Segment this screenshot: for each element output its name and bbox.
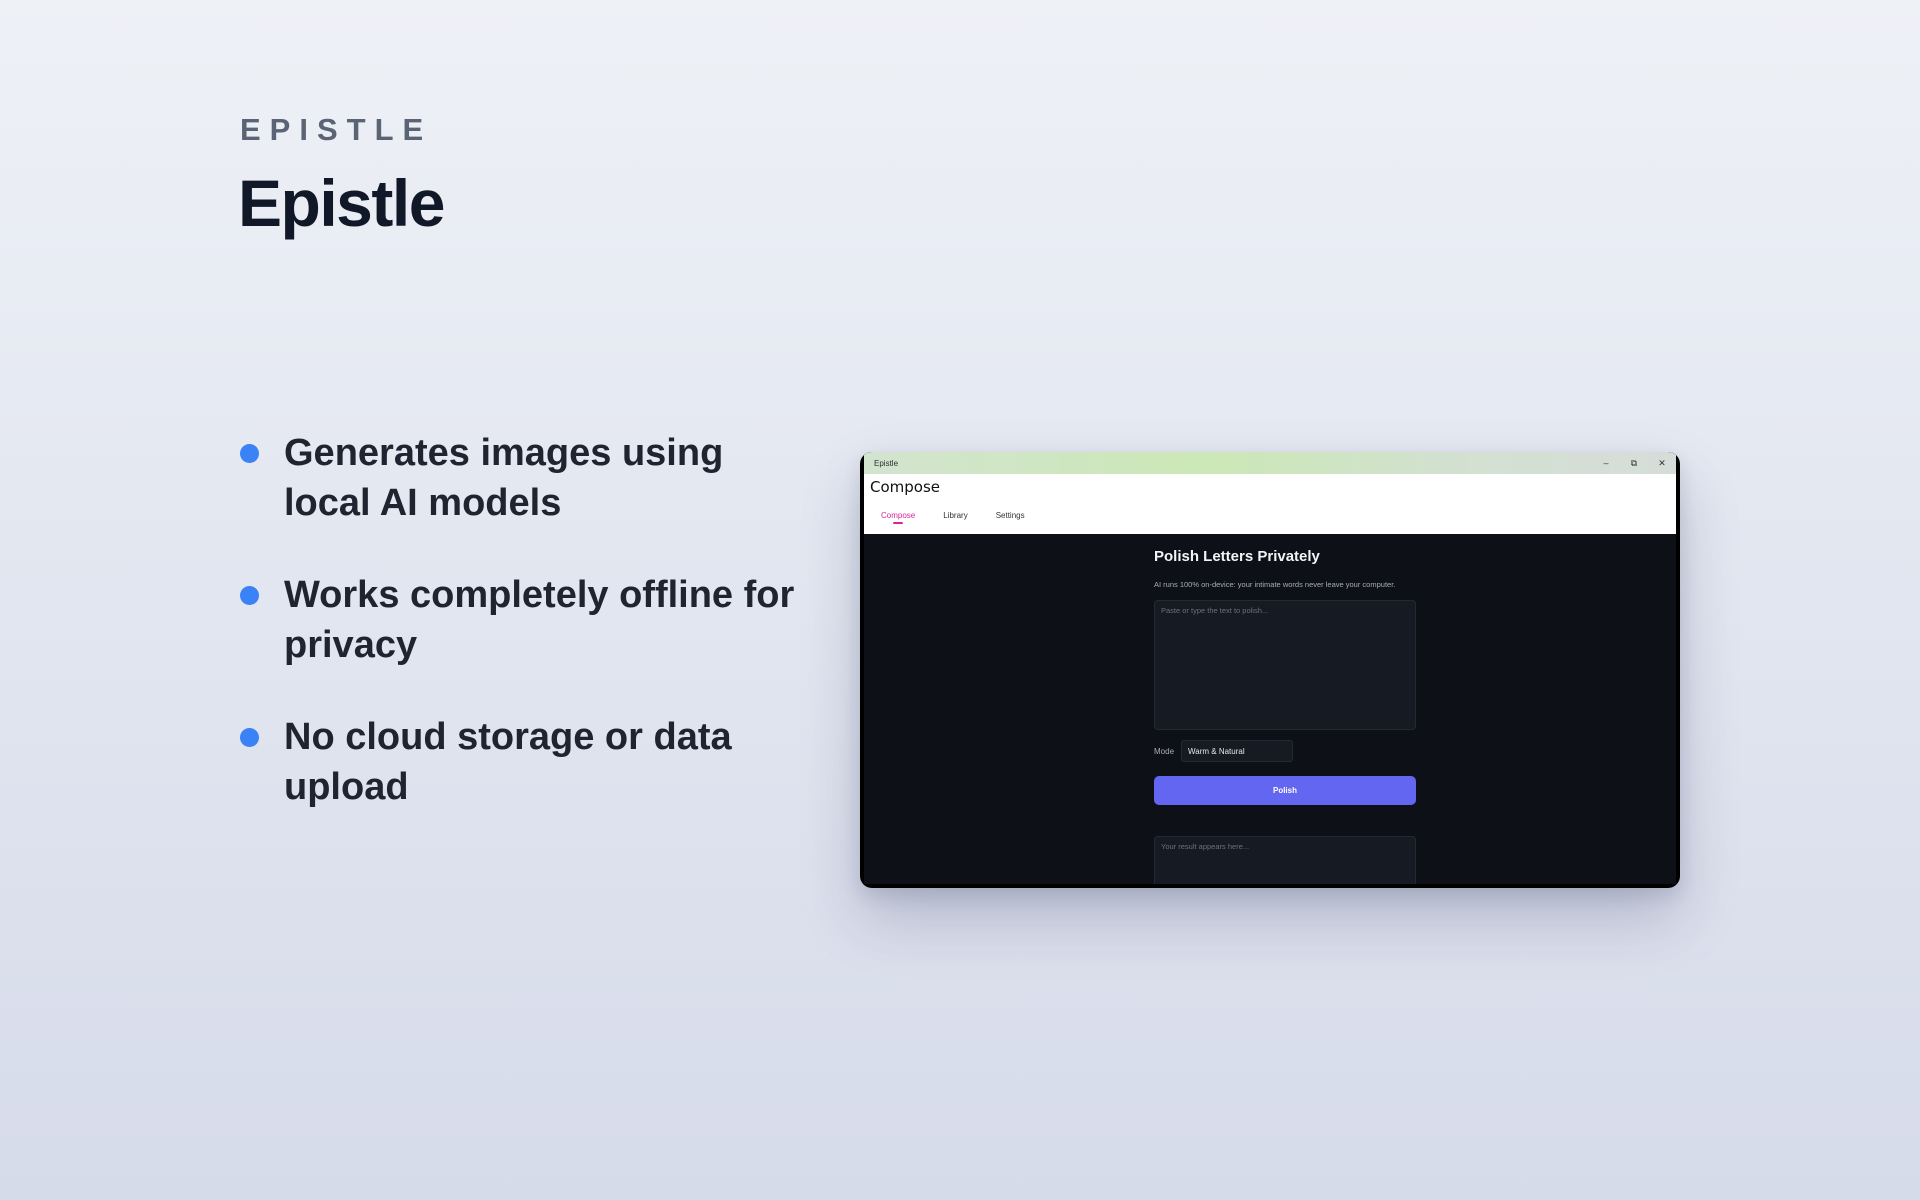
title-bar[interactable]: Epistle – ⧉ ✕: [864, 452, 1676, 474]
feature-list: Generates images using local AI models W…: [240, 428, 820, 854]
page-title: Compose: [870, 478, 941, 496]
feature-text: Works completely offline for privacy: [284, 574, 795, 666]
eyebrow-label: EPISTLE: [240, 112, 433, 147]
result-output[interactable]: Your result appears here...: [1154, 836, 1416, 884]
source-text-placeholder: Paste or type the text to polish...: [1161, 606, 1269, 615]
window-title: Epistle: [874, 458, 899, 468]
feature-text: No cloud storage or data upload: [284, 716, 732, 808]
app-header: Compose Compose Library Settings: [864, 474, 1676, 534]
compose-title: Polish Letters Privately: [1154, 548, 1320, 565]
close-icon[interactable]: ✕: [1648, 452, 1676, 474]
mode-select[interactable]: Warm & Natural: [1181, 740, 1294, 762]
feature-item: Generates images using local AI models: [240, 428, 820, 528]
app-window-body: Epistle – ⧉ ✕ Compose Compose Library Se…: [864, 452, 1676, 884]
headline: Epistle: [238, 166, 445, 240]
compose-content: Polish Letters Privately AI runs 100% on…: [864, 534, 1676, 884]
app-window: Epistle – ⧉ ✕ Compose Compose Library Se…: [860, 452, 1680, 888]
bullet-dot-icon: [240, 586, 259, 605]
tab-bar: Compose Library Settings: [872, 510, 1044, 528]
feature-text: Generates images using local AI models: [284, 432, 724, 524]
tab-library[interactable]: Library: [934, 510, 976, 528]
mode-label: Mode: [1154, 746, 1175, 756]
result-placeholder: Your result appears here...: [1161, 842, 1250, 851]
polish-button[interactable]: Polish: [1154, 776, 1416, 805]
window-controls: – ⧉ ✕: [1592, 452, 1676, 474]
tab-settings[interactable]: Settings: [987, 510, 1034, 528]
compose-subtitle: AI runs 100% on-device: your intimate wo…: [1154, 580, 1396, 589]
bullet-dot-icon: [240, 728, 259, 747]
minimize-icon[interactable]: –: [1592, 452, 1620, 474]
feature-item: No cloud storage or data upload: [240, 712, 820, 812]
tab-compose[interactable]: Compose: [872, 510, 924, 528]
feature-item: Works completely offline for privacy: [240, 570, 820, 670]
source-text-input[interactable]: Paste or type the text to polish...: [1154, 600, 1416, 730]
restore-icon[interactable]: ⧉: [1620, 452, 1648, 474]
bullet-dot-icon: [240, 444, 259, 463]
mode-row: Mode Warm & Natural: [1154, 740, 1294, 762]
